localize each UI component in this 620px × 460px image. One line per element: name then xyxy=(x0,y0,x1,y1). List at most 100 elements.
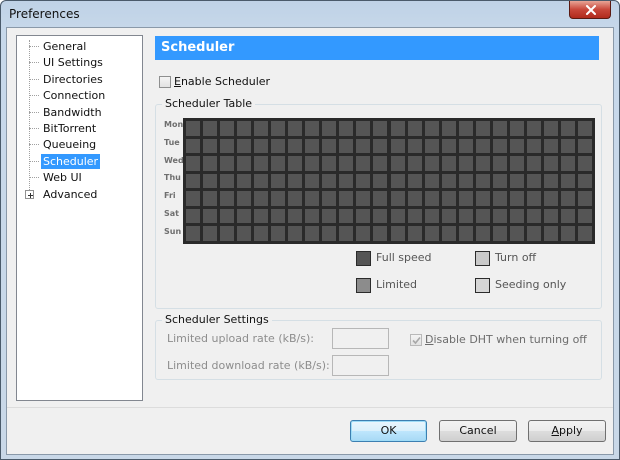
upload-rate-input[interactable] xyxy=(332,328,389,349)
schedule-cell[interactable] xyxy=(526,208,541,224)
schedule-cell[interactable] xyxy=(186,226,201,241)
schedule-cell[interactable] xyxy=(237,208,252,224)
schedule-cell[interactable] xyxy=(458,226,473,241)
schedule-cell[interactable] xyxy=(475,138,490,154)
schedule-cell[interactable] xyxy=(577,121,592,136)
disable-dht-label[interactable]: Disable DHT when turning off xyxy=(425,333,587,346)
schedule-cell[interactable] xyxy=(339,156,354,171)
sidebar-item-ui-settings[interactable]: UI Settings xyxy=(41,55,105,70)
schedule-cell[interactable] xyxy=(577,138,592,154)
schedule-cell[interactable] xyxy=(373,156,388,171)
schedule-cell[interactable] xyxy=(305,226,320,241)
schedule-cell[interactable] xyxy=(203,173,218,189)
schedule-cell[interactable] xyxy=(305,121,320,136)
schedule-cell[interactable] xyxy=(509,121,524,136)
schedule-cell[interactable] xyxy=(339,138,354,154)
schedule-cell[interactable] xyxy=(288,226,303,241)
schedule-cell[interactable] xyxy=(441,173,456,189)
sidebar-item-directories[interactable]: Directories xyxy=(41,72,105,87)
schedule-cell[interactable] xyxy=(237,138,252,154)
schedule-cell[interactable] xyxy=(220,173,235,189)
schedule-cell[interactable] xyxy=(220,191,235,206)
sidebar-item-connection[interactable]: Connection xyxy=(41,88,107,103)
schedule-cell[interactable] xyxy=(390,208,405,224)
schedule-cell[interactable] xyxy=(237,173,252,189)
schedule-cell[interactable] xyxy=(577,173,592,189)
schedule-cell[interactable] xyxy=(254,121,269,136)
schedule-cell[interactable] xyxy=(424,156,439,171)
schedule-cell[interactable] xyxy=(424,191,439,206)
schedule-cell[interactable] xyxy=(271,121,286,136)
schedule-cell[interactable] xyxy=(356,156,371,171)
apply-button[interactable]: Apply xyxy=(528,420,606,442)
schedule-cell[interactable] xyxy=(441,191,456,206)
schedule-cell[interactable] xyxy=(373,138,388,154)
schedule-cell[interactable] xyxy=(407,226,422,241)
schedule-cell[interactable] xyxy=(390,173,405,189)
schedule-cell[interactable] xyxy=(220,156,235,171)
schedule-cell[interactable] xyxy=(356,138,371,154)
schedule-cell[interactable] xyxy=(220,226,235,241)
schedule-cell[interactable] xyxy=(322,173,337,189)
schedule-cell[interactable] xyxy=(271,156,286,171)
sidebar-item-bandwidth[interactable]: Bandwidth xyxy=(41,105,104,120)
schedule-cell[interactable] xyxy=(424,138,439,154)
preferences-tree[interactable]: General UI Settings Directories Connecti… xyxy=(16,35,143,401)
schedule-cell[interactable] xyxy=(492,121,507,136)
schedule-cell[interactable] xyxy=(373,191,388,206)
schedule-cell[interactable] xyxy=(186,156,201,171)
schedule-cell[interactable] xyxy=(441,121,456,136)
schedule-cell[interactable] xyxy=(560,191,575,206)
schedule-cell[interactable] xyxy=(407,173,422,189)
schedule-cell[interactable] xyxy=(288,156,303,171)
schedule-cell[interactable] xyxy=(339,208,354,224)
schedule-cell[interactable] xyxy=(526,138,541,154)
schedule-cell[interactable] xyxy=(203,208,218,224)
schedule-cell[interactable] xyxy=(475,208,490,224)
schedule-cell[interactable] xyxy=(526,226,541,241)
schedule-cell[interactable] xyxy=(543,138,558,154)
schedule-cell[interactable] xyxy=(424,226,439,241)
schedule-cell[interactable] xyxy=(237,226,252,241)
schedule-cell[interactable] xyxy=(322,138,337,154)
schedule-cell[interactable] xyxy=(458,173,473,189)
schedule-cell[interactable] xyxy=(560,226,575,241)
schedule-cell[interactable] xyxy=(288,208,303,224)
schedule-cell[interactable] xyxy=(322,156,337,171)
schedule-cell[interactable] xyxy=(356,191,371,206)
schedule-cell[interactable] xyxy=(492,226,507,241)
sidebar-item-general[interactable]: General xyxy=(41,39,88,54)
schedule-cell[interactable] xyxy=(492,138,507,154)
schedule-cell[interactable] xyxy=(475,156,490,171)
enable-scheduler-checkbox[interactable] xyxy=(159,76,171,88)
schedule-cell[interactable] xyxy=(356,173,371,189)
schedule-cell[interactable] xyxy=(254,191,269,206)
schedule-cell[interactable] xyxy=(322,226,337,241)
schedule-cell[interactable] xyxy=(475,226,490,241)
ok-button[interactable]: OK xyxy=(350,420,427,442)
schedule-cell[interactable] xyxy=(509,226,524,241)
schedule-cell[interactable] xyxy=(186,208,201,224)
schedule-cell[interactable] xyxy=(390,226,405,241)
schedule-cell[interactable] xyxy=(271,191,286,206)
schedule-cell[interactable] xyxy=(543,173,558,189)
schedule-cell[interactable] xyxy=(475,191,490,206)
sidebar-item-scheduler[interactable]: Scheduler xyxy=(41,154,101,169)
schedule-cell[interactable] xyxy=(305,173,320,189)
schedule-cell[interactable] xyxy=(424,208,439,224)
schedule-cell[interactable] xyxy=(509,156,524,171)
schedule-cell[interactable] xyxy=(526,121,541,136)
schedule-cell[interactable] xyxy=(254,173,269,189)
schedule-cell[interactable] xyxy=(339,226,354,241)
schedule-cell[interactable] xyxy=(322,191,337,206)
schedule-cell[interactable] xyxy=(390,191,405,206)
schedule-cell[interactable] xyxy=(373,208,388,224)
schedule-cell[interactable] xyxy=(271,226,286,241)
schedule-cell[interactable] xyxy=(492,173,507,189)
schedule-cell[interactable] xyxy=(203,226,218,241)
cancel-button[interactable]: Cancel xyxy=(439,420,517,442)
schedule-cell[interactable] xyxy=(186,121,201,136)
download-rate-input[interactable] xyxy=(332,355,389,376)
schedule-cell[interactable] xyxy=(203,138,218,154)
schedule-cell[interactable] xyxy=(543,156,558,171)
